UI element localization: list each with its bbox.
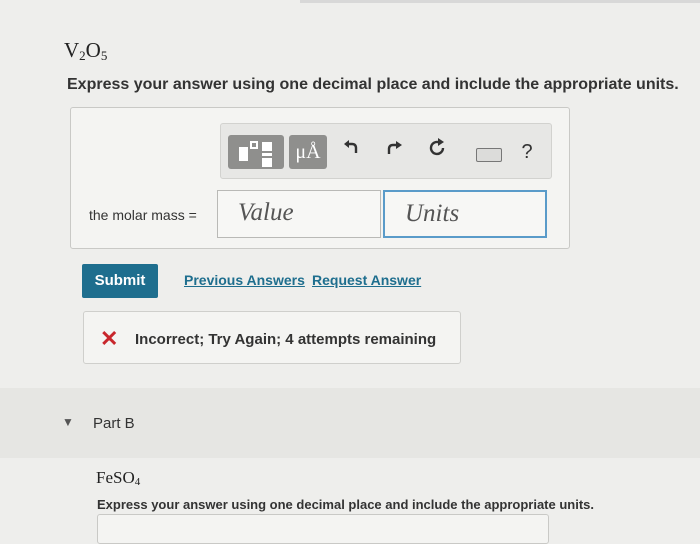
math-toolbar: μÅ ? (220, 123, 552, 179)
keyboard-icon[interactable] (476, 148, 502, 162)
top-divider (300, 0, 700, 3)
request-answer-link[interactable]: Request Answer (312, 272, 421, 288)
part-b-formula: FeSO4 (96, 468, 141, 488)
question-formula: V2O5 (64, 38, 108, 63)
units-button[interactable]: μÅ (289, 135, 327, 169)
templates-button[interactable] (228, 135, 284, 169)
value-input[interactable]: Value (217, 190, 381, 238)
part-b-answer-panel (97, 514, 549, 544)
question-instruction: Express your answer using one decimal pl… (67, 76, 679, 93)
collapse-caret-icon[interactable]: ▼ (62, 415, 74, 429)
reset-icon[interactable] (423, 137, 451, 167)
help-button[interactable]: ? (517, 137, 537, 167)
submit-button[interactable]: Submit (82, 264, 158, 298)
redo-icon[interactable] (381, 137, 409, 167)
answer-label: the molar mass = (89, 207, 197, 223)
feedback-text: Incorrect; Try Again; 4 attempts remaini… (135, 331, 437, 348)
units-input[interactable]: Units (383, 190, 547, 238)
undo-icon[interactable] (338, 137, 366, 167)
incorrect-x-icon: ✕ (100, 326, 119, 351)
previous-answers-link[interactable]: Previous Answers (184, 272, 305, 288)
part-b-instruction: Express your answer using one decimal pl… (97, 497, 595, 512)
part-b-label[interactable]: Part B (93, 415, 135, 432)
